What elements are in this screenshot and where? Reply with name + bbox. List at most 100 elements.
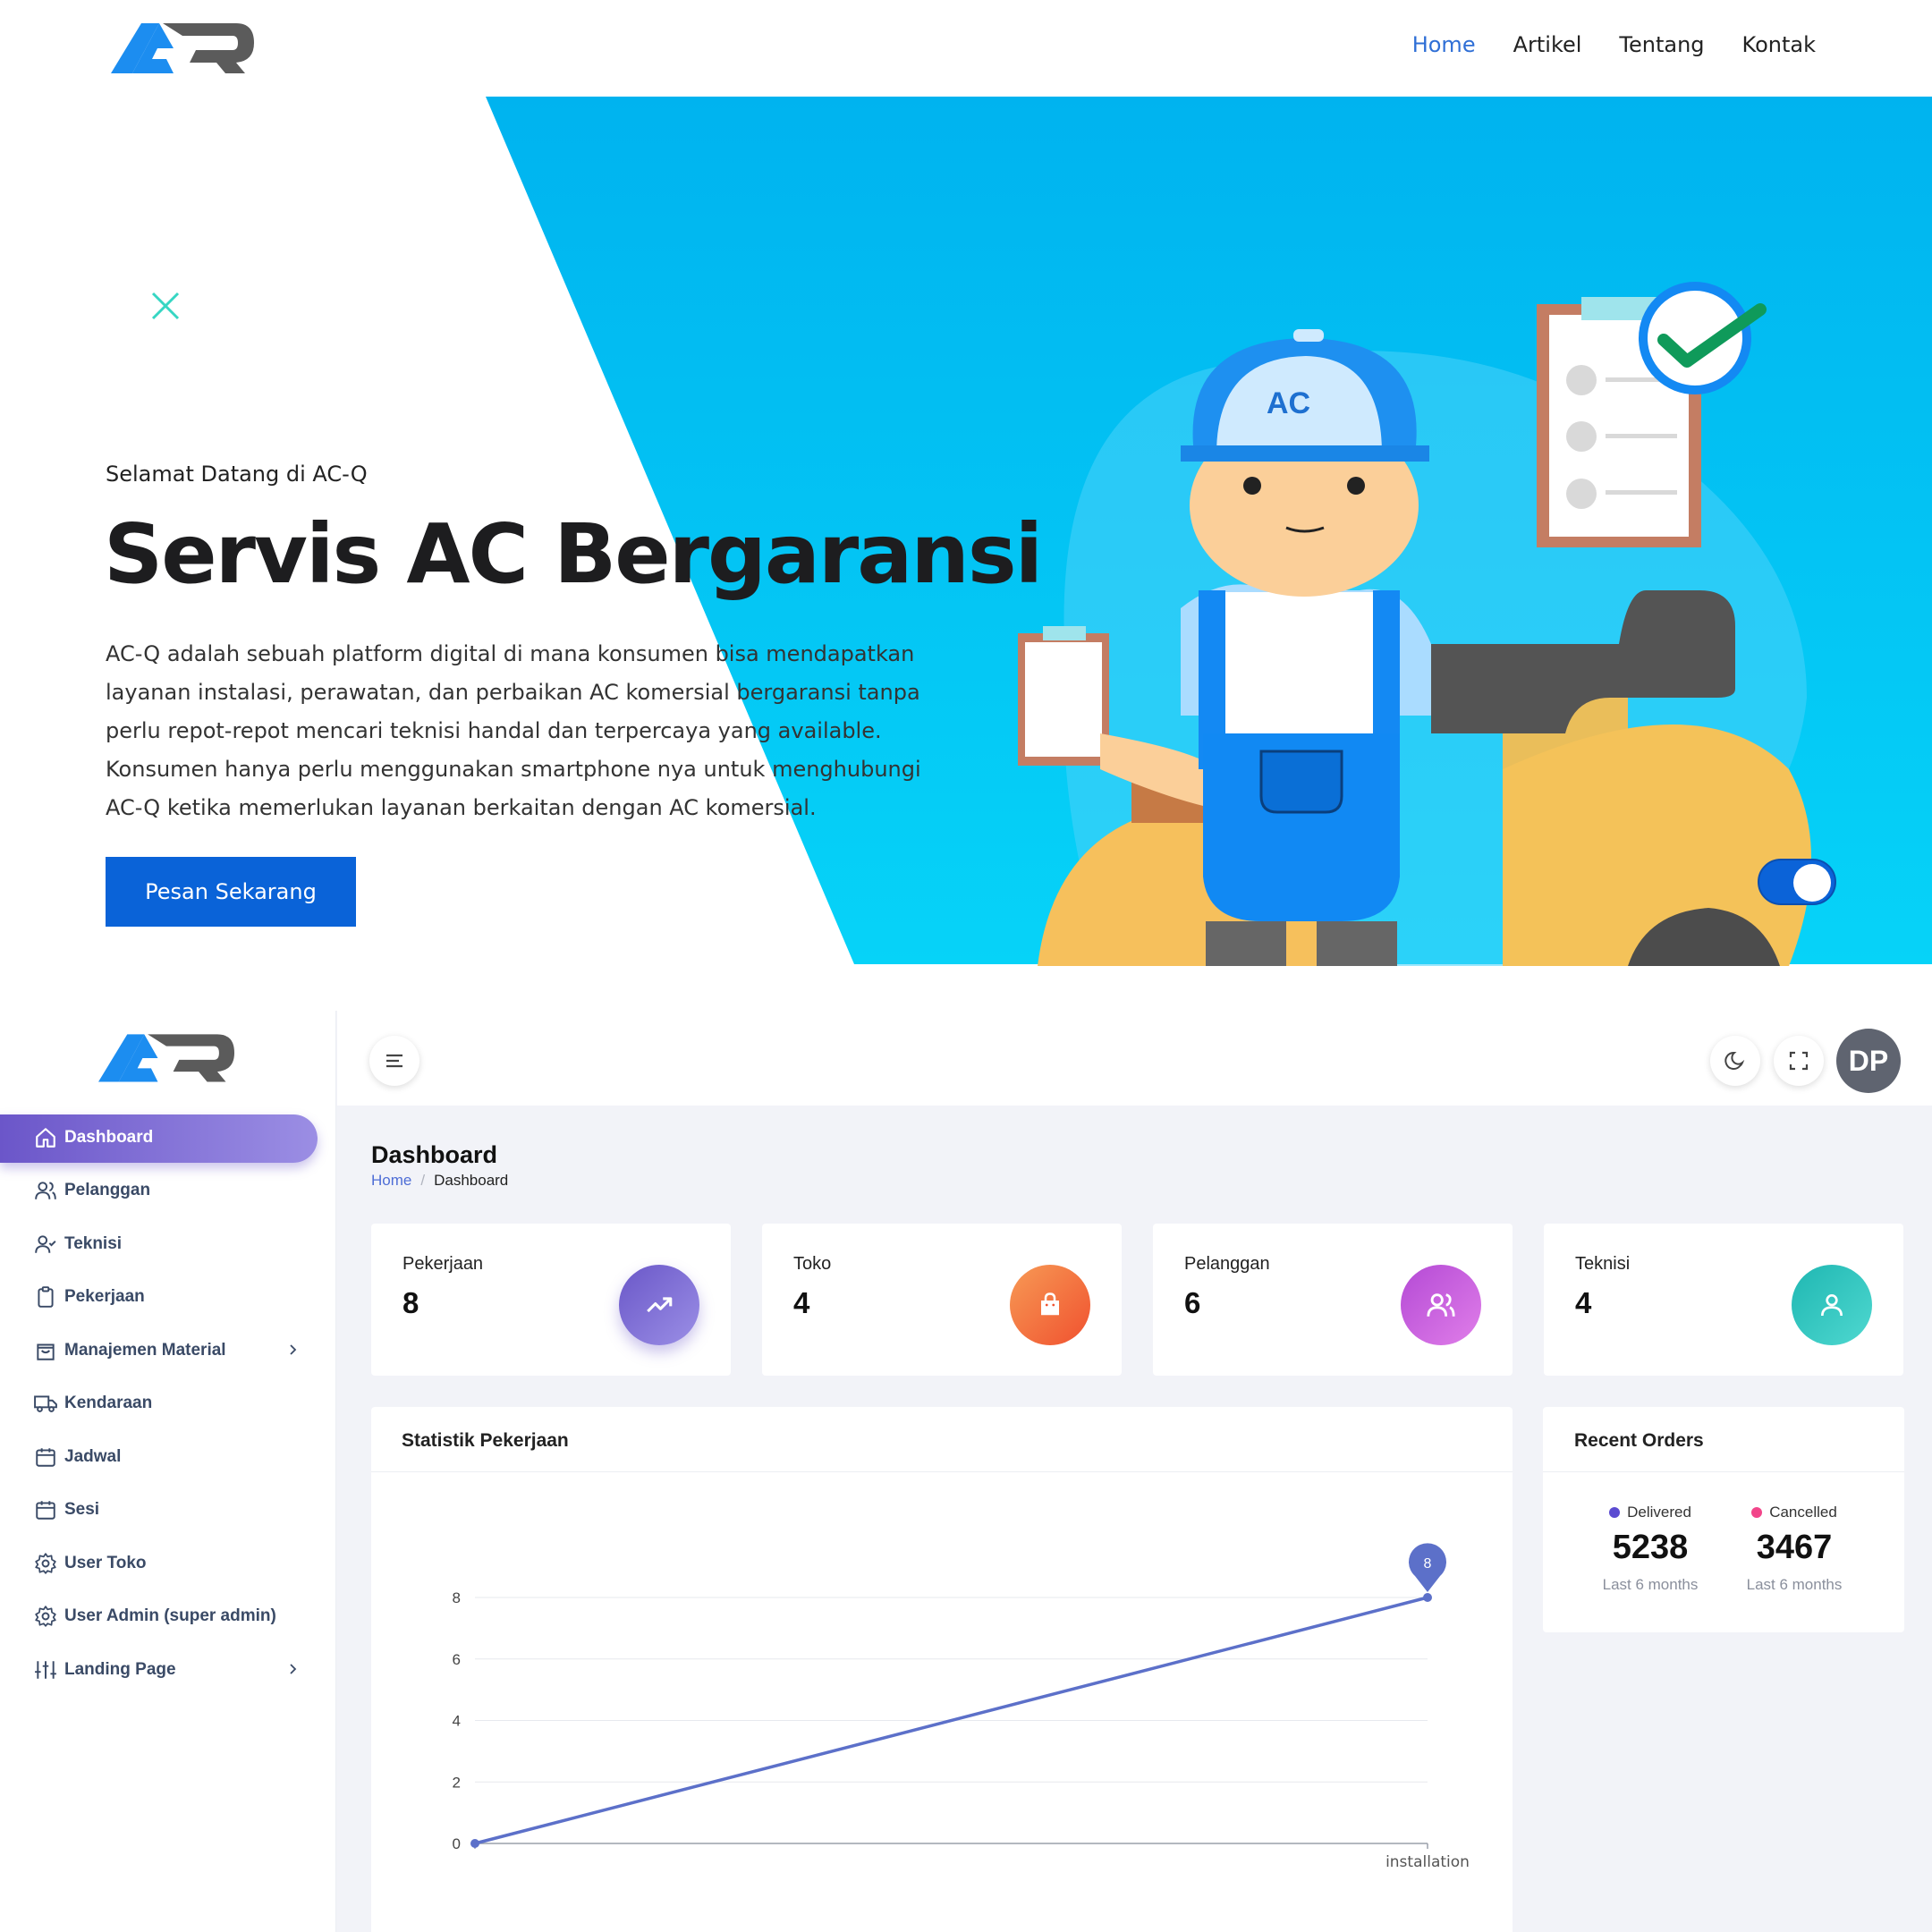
fullscreen-button[interactable]	[1774, 1036, 1824, 1086]
trending-up-icon	[619, 1265, 699, 1345]
order-now-button[interactable]: Pesan Sekarang	[106, 857, 356, 927]
stat-card-pekerjaan: Pekerjaan 8	[371, 1224, 731, 1376]
home-icon	[36, 1127, 55, 1148]
hero-title: Servis AC Bergaransi	[104, 506, 1043, 602]
x-tick-label: installation	[1385, 1853, 1470, 1871]
sidebar-item-kendaraan[interactable]: Kendaraan	[0, 1377, 336, 1431]
sidebar-item-label: User Admin (super admin)	[64, 1606, 276, 1626]
sidebar-item-teknisi[interactable]: Teknisi	[0, 1217, 336, 1271]
chart-card: Statistik Pekerjaan 0 2 4 6 8 installation 8	[371, 1407, 1513, 1932]
sidebar-item-pelanggan[interactable]: Pelanggan	[0, 1165, 336, 1218]
breadcrumb-home[interactable]: Home	[371, 1172, 411, 1190]
acq-logo[interactable]	[111, 20, 254, 75]
sidebar-item-jadwal[interactable]: Jadwal	[0, 1430, 336, 1484]
acq-logo[interactable]	[98, 1030, 234, 1084]
sidebar-item-pekerjaan[interactable]: Pekerjaan	[0, 1271, 336, 1325]
hero-description: AC-Q adalah sebuah platform digital di m…	[106, 641, 921, 820]
sidebar-item-dashboard[interactable]: Dashboard	[0, 1111, 336, 1165]
moon-icon	[1724, 1051, 1745, 1070]
sidebar-item-label: Manajemen Material	[64, 1340, 226, 1360]
truck-icon	[34, 1395, 57, 1413]
nav-kontak[interactable]: Kontak	[1742, 32, 1816, 57]
y-tick-label: 8	[453, 1589, 461, 1606]
recent-orders-title: Recent Orders	[1574, 1430, 1704, 1451]
sidebar-item-label: Jadwal	[64, 1446, 122, 1466]
page-title: Dashboard	[371, 1141, 498, 1168]
sidebar-item-landing-page[interactable]: Landing Page	[0, 1643, 336, 1697]
sidebar-item-user-admin[interactable]: User Admin (super admin)	[0, 1590, 336, 1644]
order-legend: Cancelled	[1718, 1504, 1870, 1521]
avatar[interactable]: DP	[1836, 1029, 1901, 1093]
y-tick-label: 6	[453, 1651, 461, 1668]
legend-dot	[1751, 1507, 1763, 1518]
stat-card-teknisi: Teknisi 4	[1544, 1224, 1903, 1376]
stat-label: Pekerjaan	[402, 1254, 484, 1274]
topbar: DP	[337, 1011, 1932, 1106]
gear-icon	[35, 1553, 56, 1574]
order-value: 5238	[1612, 1529, 1689, 1566]
y-tick-label: 2	[453, 1774, 461, 1791]
divider	[1543, 1471, 1904, 1472]
sidebar-item-label: Teknisi	[64, 1233, 123, 1253]
nav-tentang[interactable]: Tentang	[1619, 32, 1704, 57]
theme-toggle[interactable]	[1758, 859, 1836, 905]
toggle-knob	[1793, 864, 1831, 902]
sidebar-item-label: Dashboard	[64, 1127, 154, 1147]
stat-value: 4	[1575, 1286, 1592, 1319]
data-point	[1423, 1593, 1432, 1602]
y-tick-label: 0	[453, 1835, 461, 1852]
recent-orders-card: Recent Orders Delivered 5238 Last 6 mont…	[1543, 1407, 1904, 1632]
stat-label: Toko	[793, 1254, 832, 1274]
sidebar-item-label: Landing Page	[64, 1659, 176, 1679]
stat-label: Teknisi	[1575, 1254, 1631, 1274]
breadcrumb: Home / Dashboard	[371, 1172, 508, 1190]
landing-page: Home Artikel Tentang Kontak Selamat Data…	[0, 0, 1932, 966]
close-icon[interactable]	[148, 288, 183, 324]
users-icon	[1401, 1265, 1481, 1345]
y-tick-label: 4	[453, 1713, 461, 1730]
dashboard: Dashboard Pelanggan Teknisi Pekerjaan Ma…	[0, 1011, 1932, 1932]
order-period: Last 6 months	[1746, 1576, 1843, 1593]
shopping-bag-icon	[1010, 1265, 1090, 1345]
sidebar-item-user-toko[interactable]: User Toko	[0, 1537, 336, 1590]
top-nav: Home Artikel Tentang Kontak	[1412, 32, 1816, 57]
hero-subtitle: Selamat Datang di AC-Q	[106, 462, 368, 487]
stat-value: 4	[793, 1286, 810, 1319]
breadcrumb-separator: /	[420, 1172, 426, 1189]
user-check-icon	[35, 1235, 56, 1253]
fullscreen-icon	[1789, 1051, 1809, 1071]
order-stat-cancelled: Cancelled 3467 Last 6 months	[1718, 1504, 1870, 1594]
data-point	[470, 1839, 479, 1848]
user-icon	[1792, 1265, 1872, 1345]
chevron-right-icon	[290, 1344, 297, 1355]
chevron-right-icon	[290, 1664, 297, 1674]
sidebar-item-label: Pelanggan	[64, 1181, 151, 1200]
stat-value: 6	[1184, 1286, 1201, 1319]
sliders-icon	[35, 1661, 56, 1679]
menu-toggle-button[interactable]	[369, 1036, 419, 1086]
calendar-icon	[36, 1448, 55, 1467]
order-stat-delivered: Delivered 5238 Last 6 months	[1574, 1504, 1726, 1594]
dark-mode-button[interactable]	[1710, 1036, 1760, 1086]
order-legend: Delivered	[1574, 1504, 1726, 1521]
order-value: 3467	[1756, 1529, 1833, 1566]
data-label: 8	[1424, 1556, 1432, 1572]
sidebar: Dashboard Pelanggan Teknisi Pekerjaan Ma…	[0, 1011, 336, 1932]
sidebar-menu: Dashboard Pelanggan Teknisi Pekerjaan Ma…	[0, 1111, 336, 1697]
nav-artikel[interactable]: Artikel	[1513, 32, 1582, 57]
sidebar-item-label: Kendaraan	[64, 1394, 153, 1413]
order-period: Last 6 months	[1602, 1576, 1699, 1593]
sidebar-item-sesi[interactable]: Sesi	[0, 1484, 336, 1538]
sidebar-item-manajemen-material[interactable]: Manajemen Material	[0, 1324, 336, 1377]
nav-home[interactable]: Home	[1412, 32, 1476, 57]
legend-dot	[1609, 1507, 1621, 1518]
clipboard-icon	[38, 1286, 54, 1309]
sidebar-item-label: Sesi	[64, 1500, 100, 1520]
sidebar-item-label: User Toko	[64, 1553, 147, 1572]
order-label: Delivered	[1627, 1504, 1691, 1521]
stat-card-pelanggan: Pelanggan 6	[1153, 1224, 1513, 1376]
sidebar-item-label: Pekerjaan	[64, 1287, 145, 1307]
gear-icon	[35, 1606, 56, 1627]
chart-title: Statistik Pekerjaan	[402, 1430, 569, 1451]
breadcrumb-current: Dashboard	[434, 1172, 509, 1189]
